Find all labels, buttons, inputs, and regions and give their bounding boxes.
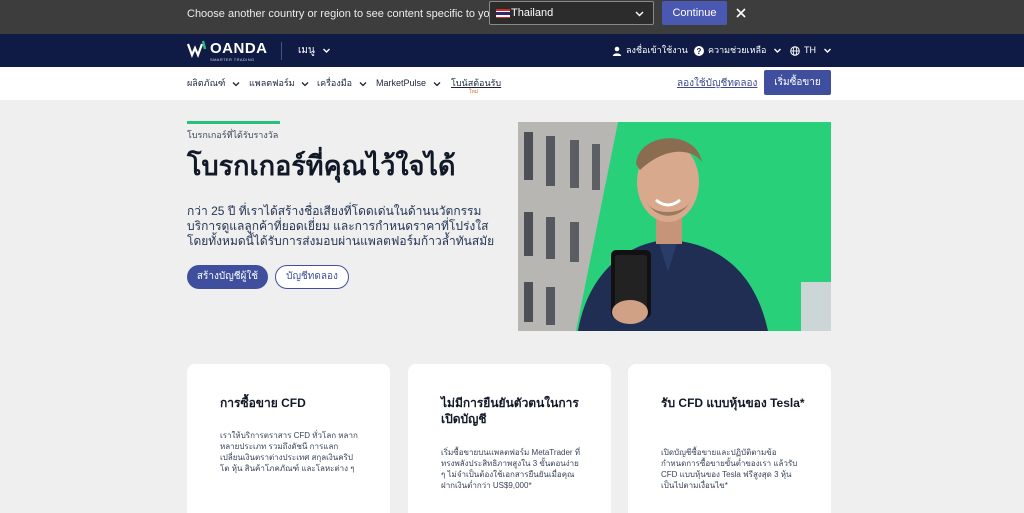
hero-image <box>518 122 831 331</box>
subnav-welcome-bonus-label: โบนัสต้อนรับ <box>451 78 502 88</box>
card-title: การซื้อขาย CFD <box>220 396 306 410</box>
feature-card-tesla: รับ CFD แบบหุ้นของ Tesla* เปิดบัญชีซื้อข… <box>628 364 831 513</box>
subnav-platforms-label: แพลตฟอร์ม <box>249 78 295 88</box>
menu-button[interactable]: เมนู <box>298 44 331 57</box>
card-text: เริ่มซื้อขายบนแพลตฟอร์ม MetaTrader ที่ทร… <box>441 448 581 490</box>
chevron-down-icon <box>773 48 781 54</box>
help-icon: ? <box>694 45 704 56</box>
country-banner-message: Choose another country or region to see … <box>187 8 541 20</box>
hero-description: กว่า 25 ปี ที่เราได้สร้างชื่อเสียงที่โดด… <box>187 204 495 248</box>
chevron-down-icon <box>635 11 644 17</box>
subnav-platforms[interactable]: แพลตฟอร์ม <box>249 78 309 89</box>
close-icon[interactable] <box>735 7 747 19</box>
menu-label: เมนู <box>298 45 315 56</box>
subnav-products-label: ผลิตภัณฑ์ <box>187 78 226 88</box>
chevron-down-icon <box>359 81 367 87</box>
chevron-down-icon <box>322 48 330 53</box>
subnav-tools-label: เครื่องมือ <box>317 78 353 88</box>
start-trading-button[interactable]: เริ่มซื้อขาย <box>764 70 831 95</box>
create-account-button[interactable]: สร้างบัญชีผู้ใช้ <box>187 265 268 289</box>
hero-title: โบรกเกอร์ที่คุณไว้ใจได้ <box>187 151 456 181</box>
main-navigation: OANDA SMARTER TRADING เมนู ลงชื่อเข้าใช้… <box>0 34 1024 67</box>
new-badge: ใหม่ <box>469 89 479 95</box>
subnav-tools[interactable]: เครื่องมือ <box>317 78 367 89</box>
user-icon <box>612 46 622 56</box>
language-menu[interactable]: TH <box>790 44 832 57</box>
selected-country: Thailand <box>511 7 554 19</box>
nav-divider <box>281 42 282 60</box>
demo-account-button[interactable]: บัญชีทดลอง <box>275 265 349 289</box>
country-banner: Choose another country or region to see … <box>0 0 1024 34</box>
chevron-down-icon <box>823 48 831 54</box>
country-select[interactable]: Thailand <box>489 1 654 25</box>
language-label: TH <box>804 45 816 55</box>
login-link[interactable]: ลงชื่อเข้าใช้งาน <box>612 44 688 57</box>
logo-text: OANDA <box>210 40 268 57</box>
feature-card-no-verification: ไม่มีการยืนยันตัวตนในการเปิดบัญชี เริ่มซ… <box>408 364 611 513</box>
feature-card-cfd: การซื้อขาย CFD เราให้บริการตราสาร CFD ทั… <box>187 364 390 513</box>
continue-button[interactable]: Continue <box>662 1 727 25</box>
subnav-welcome-bonus[interactable]: โบนัสต้อนรับ <box>451 78 501 89</box>
subnav-marketpulse[interactable]: MarketPulse <box>376 78 441 89</box>
demo-account-link[interactable]: ลองใช้บัญชีทดลอง <box>677 77 757 90</box>
logo-subtext: SMARTER TRADING <box>210 57 255 62</box>
accent-line <box>187 121 280 124</box>
svg-text:?: ? <box>697 47 702 56</box>
card-text: เปิดบัญชีซื้อขายและปฏิบัติตามข้อกำหนดการ… <box>661 448 798 490</box>
card-text: เราให้บริการตราสาร CFD ทั่วโลก หลากหลายป… <box>220 431 358 473</box>
help-menu[interactable]: ? ความช่วยเหลือ <box>694 44 782 57</box>
card-title: รับ CFD แบบหุ้นของ Tesla* <box>661 396 805 410</box>
login-label: ลงชื่อเข้าใช้งาน <box>626 45 688 55</box>
oanda-logo-icon <box>187 40 207 58</box>
sub-navigation: ผลิตภัณฑ์ แพลตฟอร์ม เครื่องมือ MarketPul… <box>0 67 1024 100</box>
chevron-down-icon <box>433 81 441 87</box>
card-title: ไม่มีการยืนยันตัวตนในการเปิดบัญชี <box>441 396 579 426</box>
chevron-down-icon <box>232 81 240 87</box>
subnav-products[interactable]: ผลิตภัณฑ์ <box>187 78 240 89</box>
hero-eyebrow: โบรกเกอร์ที่ได้รับรางวัล <box>187 130 279 140</box>
help-label: ความช่วยเหลือ <box>708 45 767 55</box>
globe-icon <box>790 45 800 56</box>
thai-flag-icon <box>496 9 510 18</box>
chevron-down-icon <box>301 81 309 87</box>
subnav-marketpulse-label: MarketPulse <box>376 78 427 88</box>
